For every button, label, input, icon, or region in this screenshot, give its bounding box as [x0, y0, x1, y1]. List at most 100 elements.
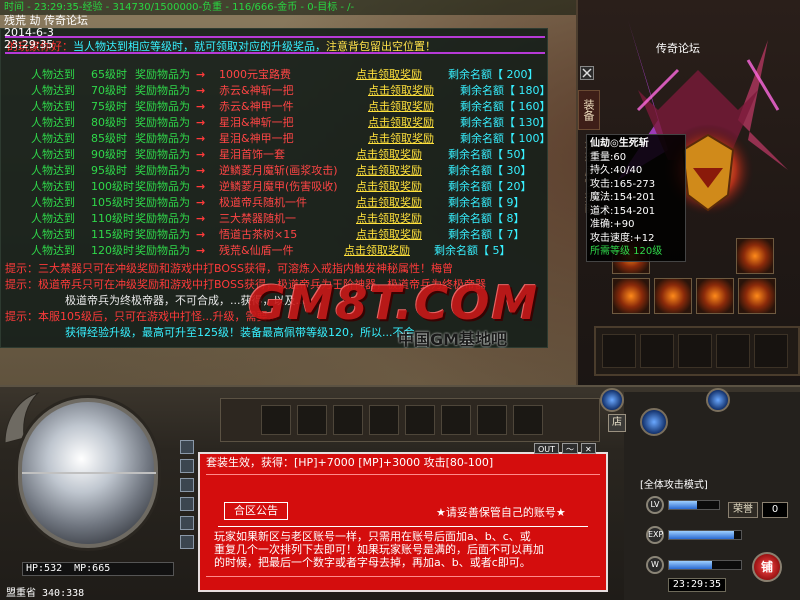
- mp-value: MP:665: [74, 563, 111, 574]
- reward-arrow: →: [196, 244, 206, 257]
- reward-row: 人物达到 110级时 奖励物品为 → 三大禁器随机一 点击领取奖励 剩余名额【 8】: [1, 211, 549, 227]
- reward-row: 人物达到 70级时 奖励物品为 → 赤云&神斩一把 点击领取奖励 剩余名额【 180】: [1, 83, 551, 99]
- reward-reach-label: 人物达到: [31, 212, 75, 225]
- chat-out-button[interactable]: OUT: [534, 443, 560, 454]
- belt-slot[interactable]: [513, 405, 543, 435]
- equip-slot[interactable]: [654, 278, 692, 314]
- claim-reward-link[interactable]: 点击领取奖励: [368, 115, 434, 131]
- reward-level: 80级时: [91, 116, 127, 129]
- tip-text: 获得经验升级，最高可升至125级！装备最高佩带等级120，: [65, 326, 360, 339]
- equip-slot[interactable]: [696, 278, 734, 314]
- skill-orb-icon[interactable]: [600, 388, 624, 412]
- belt-slot[interactable]: [333, 405, 363, 435]
- store-button[interactable]: 铺: [752, 552, 782, 582]
- claim-reward-link[interactable]: 点击领取奖励: [356, 227, 422, 243]
- chat-close-button[interactable]: ✕: [581, 443, 596, 454]
- side-function-icon[interactable]: [180, 459, 194, 473]
- reward-level: 75级时: [91, 100, 127, 113]
- announcement-text: 玩家如果新区与老区账号一样，只需用在账号后面加a、b、c、或 重复几个一次排列下…: [214, 530, 598, 569]
- equipment-close-button[interactable]: [580, 66, 594, 80]
- skill-orb-icon[interactable]: [706, 388, 730, 412]
- reward-arrow: →: [196, 212, 206, 225]
- reward-item: 极道帝兵随机一件: [219, 196, 307, 209]
- empty-slot[interactable]: [602, 334, 636, 368]
- claim-reward-link[interactable]: 点击领取奖励: [356, 179, 422, 195]
- equip-slot[interactable]: [736, 238, 774, 274]
- claim-reward-link[interactable]: 点击领取奖励: [368, 99, 434, 115]
- tip-text: 极道帝兵只可在冲级奖励和游戏中打BOSS获得，极道帝兵为王阶神器，极道帝兵为终极…: [38, 278, 486, 291]
- side-function-icon[interactable]: [180, 516, 194, 530]
- reward-row: 人物达到 80级时 奖励物品为 → 星泪&神斩一把 点击领取奖励 剩余名额【 130】: [1, 115, 551, 131]
- belt-slot[interactable]: [369, 405, 399, 435]
- reward-row: 人物达到 75级时 奖励物品为 → 赤云&神甲一件 点击领取奖励 剩余名额【 160】: [1, 99, 551, 115]
- reward-item: 星泪&神甲一把: [219, 132, 294, 145]
- reward-item: 逆鳞菱月魔斩(画浆攻击): [219, 164, 338, 177]
- belt-slot[interactable]: [477, 405, 507, 435]
- level-badge: LV: [646, 496, 664, 514]
- reward-reach-label: 人物达到: [31, 164, 75, 177]
- attack-mode-label[interactable]: [全体攻击模式]: [640, 476, 720, 491]
- equipment-lower-slots: [594, 326, 800, 376]
- tooltip-stats: 重量:60 持久:40/40 攻击:165-273 魔法:154-201 道术:154-…: [590, 151, 682, 246]
- reward-item: 悟道古茶树×15: [219, 228, 298, 241]
- reward-label: 奖励物品为: [135, 164, 190, 177]
- reward-label: 奖励物品为: [135, 244, 190, 257]
- belt-slot[interactable]: [441, 405, 471, 435]
- tooltip-stat-line: 攻击:165-273: [590, 178, 656, 190]
- empty-slot[interactable]: [640, 334, 674, 368]
- remaining-slots: 剩余名额【 100】: [460, 132, 551, 145]
- empty-slot[interactable]: [754, 334, 788, 368]
- shop-button[interactable]: 店: [608, 414, 626, 432]
- claim-reward-link[interactable]: 点击领取奖励: [368, 83, 434, 99]
- reward-reach-label: 人物达到: [31, 228, 75, 241]
- equip-slot[interactable]: [738, 278, 776, 314]
- reward-level: 110级时: [91, 212, 134, 225]
- honor-button[interactable]: 荣誉: [728, 502, 758, 518]
- weight-badge: W: [646, 556, 664, 574]
- claim-reward-link[interactable]: 点击领取奖励: [356, 211, 422, 227]
- belt-slot[interactable]: [297, 405, 327, 435]
- tooltip-stat-line: 攻击速度:+12: [590, 232, 655, 244]
- claim-reward-link[interactable]: 点击领取奖励: [356, 147, 422, 163]
- reward-level: 105级时: [91, 196, 134, 209]
- tab-equipment[interactable]: 装备: [578, 90, 600, 130]
- remaining-slots: 剩余名额【 160】: [460, 100, 551, 113]
- empty-slot[interactable]: [678, 334, 712, 368]
- reward-level: 95级时: [91, 164, 127, 177]
- side-function-icon[interactable]: [180, 440, 194, 454]
- claim-reward-link[interactable]: 点击领取奖励: [368, 131, 434, 147]
- reward-arrow: →: [196, 116, 206, 129]
- tip-tail: ...升级，需要...: [202, 310, 278, 323]
- tooltip-stat-line: 重量:60: [590, 151, 627, 163]
- claim-reward-link[interactable]: 点击领取奖励: [356, 67, 422, 83]
- side-function-icon[interactable]: [180, 478, 194, 492]
- chat-divider: [206, 576, 600, 577]
- belt-slot[interactable]: [261, 405, 291, 435]
- reward-arrow: →: [196, 196, 206, 209]
- tip-line: 极道帝兵为终极帝器，不可合成，...获得，以及...: [5, 293, 545, 309]
- reward-row: 人物达到 90级时 奖励物品为 → 星泪首饰一套 点击领取奖励 剩余名额【 50】: [1, 147, 549, 163]
- hp-mp-readout: HP:532 MP:665: [22, 562, 174, 576]
- reward-reach-label: 人物达到: [31, 68, 75, 81]
- side-function-icon[interactable]: [180, 535, 194, 549]
- tips-list: 提示：三大禁器只可在冲级奖励和游戏中打BOSS获得，可溶炼入戒指内触发神秘属性！…: [5, 261, 545, 341]
- claim-reward-link[interactable]: 点击领取奖励: [356, 195, 422, 211]
- hp-value: HP:532: [26, 563, 63, 574]
- belt-slot[interactable]: [405, 405, 435, 435]
- side-function-icon[interactable]: [180, 497, 194, 511]
- claim-reward-link[interactable]: 点击领取奖励: [344, 243, 410, 259]
- reward-reach-label: 人物达到: [31, 180, 75, 193]
- tip-line: 提示：极道帝兵只可在冲级奖励和游戏中打BOSS获得，极道帝兵为王阶神器，极道帝兵…: [5, 277, 545, 293]
- claim-reward-link[interactable]: 点击领取奖励: [356, 163, 422, 179]
- reward-reach-label: 人物达到: [31, 244, 75, 257]
- reward-label: 奖励物品为: [135, 100, 190, 113]
- skill-orb-icon[interactable]: [640, 408, 668, 436]
- equip-slot[interactable]: [612, 278, 650, 314]
- remaining-slots: 剩余名额【 20】: [448, 180, 532, 193]
- belt-bar: [220, 398, 600, 442]
- chat-minimize-button[interactable]: 〜: [562, 443, 579, 454]
- reward-row: 人物达到 115级时 奖励物品为 → 悟道古茶树×15 点击领取奖励 剩余名额【 7】: [1, 227, 549, 243]
- empty-slot[interactable]: [716, 334, 750, 368]
- reward-arrow: →: [196, 228, 206, 241]
- reward-row: 人物达到 120级时 奖励物品为 → 残荒&仙盾一件 点击领取奖励 剩余名额【 5】: [1, 243, 549, 259]
